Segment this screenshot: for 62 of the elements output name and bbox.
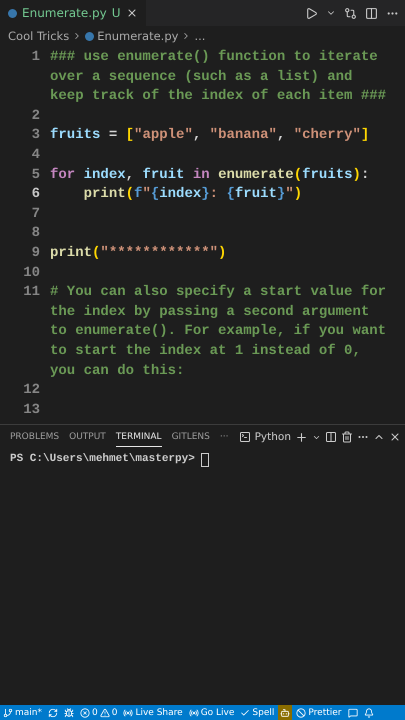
add-icon[interactable] xyxy=(295,430,308,444)
split-terminal-icon[interactable] xyxy=(325,431,337,443)
code-line: print("************") xyxy=(50,244,228,263)
line-number: 3 xyxy=(30,126,41,146)
breadcrumb-item[interactable]: Enumerate.py xyxy=(97,29,178,43)
terminal-icon xyxy=(238,431,251,443)
run-icon[interactable] xyxy=(305,6,318,20)
panel-tab[interactable]: PROBLEMS xyxy=(10,428,60,446)
prettier-status[interactable]: Prettier xyxy=(294,705,344,720)
untracked-label: U xyxy=(112,6,121,20)
terminal-name[interactable]: Python xyxy=(254,431,291,443)
spell-status[interactable]: Spell xyxy=(238,705,276,720)
terminal-prompt: PS C:\Users\mehmet\masterpy> xyxy=(10,453,196,465)
trash-icon[interactable] xyxy=(341,431,353,443)
broadcast-icon xyxy=(123,708,134,718)
panel-tab[interactable]: OUTPUT xyxy=(69,428,106,446)
bell-icon[interactable] xyxy=(364,708,374,718)
panel-tab[interactable]: TERMINAL xyxy=(116,428,162,446)
line-number: 13 xyxy=(22,400,41,420)
sync-icon[interactable] xyxy=(48,708,58,718)
go-live-status[interactable]: Go Live xyxy=(186,705,236,720)
problems-status[interactable]: 0 0 xyxy=(78,705,120,720)
compare-icon[interactable] xyxy=(344,6,357,20)
branch-icon xyxy=(3,708,13,718)
check-icon xyxy=(240,708,250,718)
blocked-icon xyxy=(296,708,306,718)
bug-icon[interactable] xyxy=(64,708,74,718)
line-number: 12 xyxy=(22,381,41,400)
robot-icon[interactable] xyxy=(280,708,290,718)
line-number: 8 xyxy=(30,224,41,244)
split-editor-icon[interactable] xyxy=(365,6,378,20)
code-line: fruits = ["apple", "banana", "cherry"] xyxy=(50,126,370,146)
code-line: # You can also specify a start value for the index by passing a second argument to enumerate(). For example, if you want to start the index at 1 instead of 0, you can do this: xyxy=(50,283,386,380)
tab-title: Enumerate.py xyxy=(22,6,107,20)
editor-tab[interactable]: Enumerate.py U xyxy=(0,0,146,26)
more-tabs-button[interactable]: ··· xyxy=(220,432,228,442)
code-line: for index, fruit in enumerate(fruits): xyxy=(50,166,370,185)
close-icon[interactable] xyxy=(126,7,138,19)
terminal-cursor xyxy=(201,453,210,467)
line-number: 10 xyxy=(22,264,41,283)
line-number: 6 xyxy=(30,185,41,204)
warning-icon xyxy=(100,708,110,718)
python-file-icon xyxy=(8,8,17,18)
breadcrumb-item[interactable]: ... xyxy=(194,29,206,43)
python-file-icon xyxy=(85,32,94,40)
code-line: print(f"{index}: {fruit}") xyxy=(82,185,304,204)
line-number: 11 xyxy=(22,283,41,302)
close-icon[interactable] xyxy=(389,431,401,443)
breadcrumb-item[interactable]: Cool Tricks xyxy=(8,29,70,43)
broadcast-icon xyxy=(188,708,199,718)
line-number: 2 xyxy=(30,106,41,126)
error-icon xyxy=(80,708,90,718)
live-share-status[interactable]: Live Share xyxy=(121,705,185,720)
code-line: ### use enumerate() function to iterate over a sequence (such as a list) and keep track of the index of each item ### xyxy=(50,48,386,106)
line-number: 7 xyxy=(30,204,41,224)
line-number: 5 xyxy=(30,166,41,185)
feedback-icon[interactable] xyxy=(348,708,358,718)
line-number: 9 xyxy=(30,244,41,263)
line-number: 4 xyxy=(30,146,41,165)
branch-status[interactable]: main* xyxy=(1,705,44,720)
panel-tab[interactable]: GITLENS xyxy=(172,428,210,446)
line-number: 1 xyxy=(30,48,41,67)
